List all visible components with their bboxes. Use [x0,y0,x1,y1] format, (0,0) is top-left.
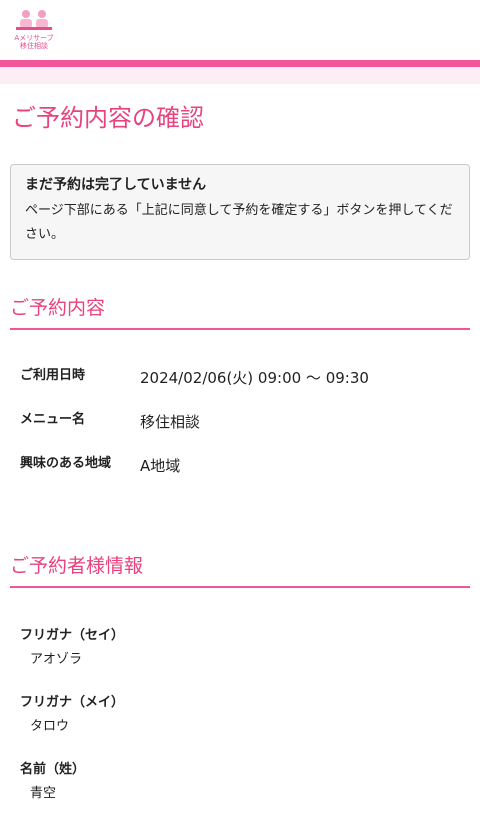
info-item-last-name: 名前（姓） 青空 [20,760,480,827]
detail-label: メニュー名 [20,412,86,427]
logo-text-service: 移住相談 [20,42,48,50]
header-accent-bar [0,60,480,67]
detail-row-datetime: ご利用日時 2024/02/06(火) 09:00 〜 09:30 [20,366,480,410]
logo-text-brand: Aメリサーブ [14,34,54,42]
notice-title: まだ予約は完了していません [25,177,207,193]
header: Aメリサーブ 移住相談 [0,0,480,60]
info-label: フリガナ（メイ） [20,695,125,710]
info-value: タロウ [30,719,70,734]
info-item-kana-sei: フリガナ（セイ） アオゾラ [20,626,480,693]
detail-value: 移住相談 [140,413,201,431]
detail-row-menu: メニュー名 移住相談 [20,410,480,454]
info-value: 青空 [30,786,57,801]
consultation-logo-icon [16,10,52,30]
notice-box: まだ予約は完了していません ページ下部にある「上記に同意して予約を確定する」ボタ… [10,164,470,260]
logo[interactable]: Aメリサーブ 移住相談 [12,8,56,52]
detail-value: A地域 [140,457,181,475]
info-label: フリガナ（セイ） [20,628,125,643]
header-band [0,67,480,84]
detail-label: ご利用日時 [20,368,86,383]
reservation-heading: ご予約内容 [10,294,470,330]
reservation-details: ご利用日時 2024/02/06(火) 09:00 〜 09:30 メニュー名 … [20,366,480,498]
info-value: アオゾラ [30,652,83,667]
notice-body: ページ下部にある「上記に同意して予約を確定する」ボタンを押してください。 [25,203,453,242]
detail-value: 2024/02/06(火) 09:00 〜 09:30 [140,369,369,387]
info-label: 名前（姓） [20,762,86,777]
page-title: ご予約内容の確認 [12,104,204,132]
detail-row-region: 興味のある地域 A地域 [20,454,480,498]
info-item-kana-mei: フリガナ（メイ） タロウ [20,693,480,760]
customer-heading: ご予約者様情報 [10,552,470,588]
customer-info: フリガナ（セイ） アオゾラ フリガナ（メイ） タロウ 名前（姓） 青空 [20,626,480,827]
detail-label: 興味のある地域 [20,456,112,471]
